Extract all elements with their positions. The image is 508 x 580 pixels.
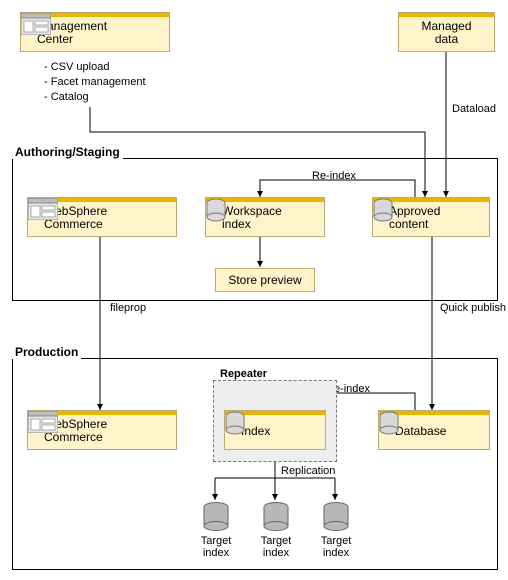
label-quick-publish: Quick publish <box>440 302 506 314</box>
label-target-index-3: Target index <box>319 535 353 559</box>
label-fileprop: fileprop <box>110 302 146 314</box>
label-dataload: Dataload <box>452 103 496 115</box>
node-approved-content: Approved content <box>372 197 490 237</box>
node-label: Store preview <box>228 273 301 287</box>
node-label: WebSphere Commerce <box>44 418 107 444</box>
node-managed-data: Managed data <box>398 12 495 52</box>
label-target-index-2: Target index <box>259 535 293 559</box>
node-websphere-authoring: WebSphere Commerce <box>27 197 177 237</box>
node-label: Management Center <box>37 20 107 46</box>
management-center-features: - CSV upload - Facet management - Catalo… <box>44 60 146 105</box>
bullet-facet-management: Facet management <box>51 76 146 88</box>
section-authoring-title: Authoring/Staging <box>12 145 123 159</box>
node-database: Database <box>378 410 490 450</box>
node-label: Index <box>241 425 270 438</box>
section-production-title: Production <box>12 345 81 359</box>
node-label: Managed data <box>421 20 471 46</box>
bullet-csv-upload: CSV upload <box>51 61 110 73</box>
node-management-center: Management Center <box>20 12 170 52</box>
node-index: Index <box>224 410 326 450</box>
node-label: WebSphere Commerce <box>44 205 107 231</box>
node-workspace-index: Workspace index <box>205 197 325 237</box>
repeater-title: Repeater <box>220 368 267 380</box>
label-replication: Replication <box>281 465 335 477</box>
node-websphere-production: WebSphere Commerce <box>27 410 177 450</box>
node-label: Database <box>395 425 446 438</box>
label-target-index-1: Target index <box>199 535 233 559</box>
node-label: Approved content <box>389 205 440 231</box>
node-store-preview: Store preview <box>215 268 315 292</box>
architecture-diagram: { "top": { "mgmt_center": "Management\nC… <box>0 0 508 580</box>
node-label: Workspace index <box>222 205 282 231</box>
label-reindex-authoring: Re-index <box>312 170 356 182</box>
bullet-catalog: Catalog <box>51 91 89 103</box>
